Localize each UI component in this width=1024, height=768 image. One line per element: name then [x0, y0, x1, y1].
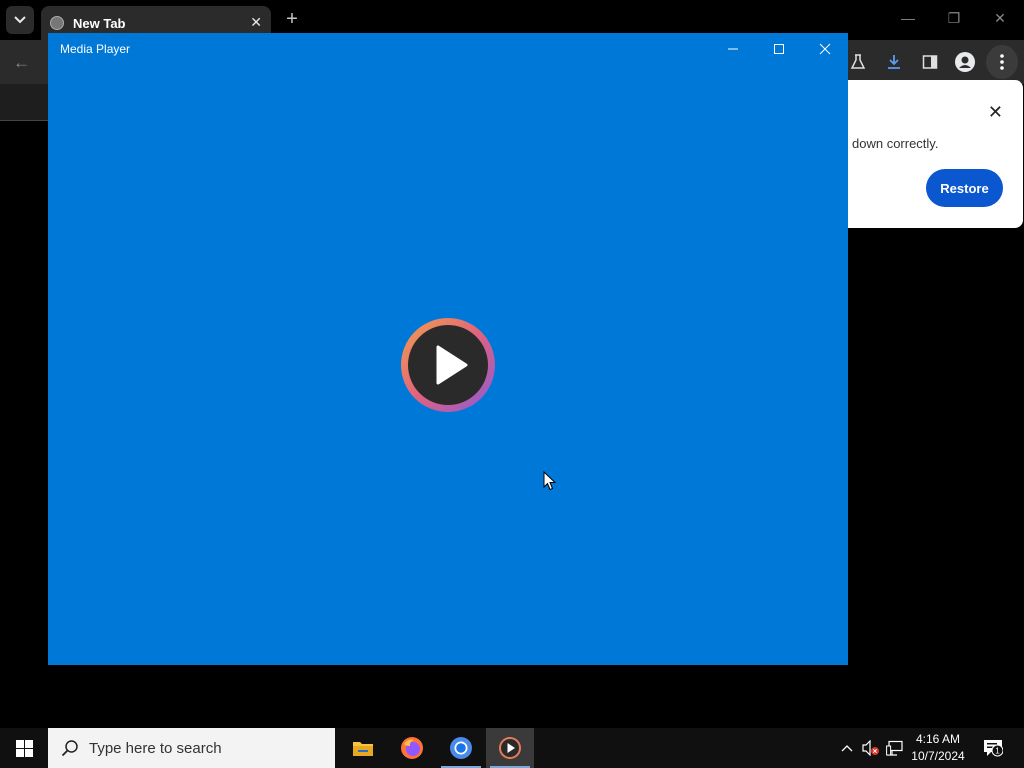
tab-close-icon[interactable]: ✕ [250, 14, 262, 31]
browser-minimize-button[interactable]: — [898, 10, 918, 26]
show-hidden-icons-button[interactable] [838, 728, 856, 768]
labs-flask-icon[interactable] [848, 52, 868, 72]
globe-icon [50, 16, 64, 30]
browser-close-button[interactable]: ✕ [990, 10, 1010, 27]
start-button[interactable] [0, 728, 48, 768]
taskbar-media-player[interactable] [486, 728, 534, 768]
media-player-window: Media Player [48, 33, 848, 665]
taskbar-search-box[interactable]: Type here to search [48, 728, 335, 768]
new-tab-button[interactable]: + [283, 8, 301, 31]
minimize-icon [728, 48, 738, 50]
network-button[interactable] [884, 728, 906, 768]
popup-message: down correctly. [852, 136, 939, 151]
clock-time: 4:16 AM [915, 732, 961, 746]
tab-title: New Tab [73, 15, 126, 31]
clock-date: 10/7/2024 [911, 749, 965, 763]
taskbar-file-explorer[interactable] [339, 728, 387, 768]
chevron-up-icon [841, 745, 853, 752]
restore-button[interactable]: Restore [926, 169, 1003, 207]
profile-avatar-icon[interactable] [955, 52, 975, 72]
tab-search-button[interactable] [6, 6, 34, 34]
search-placeholder: Type here to search [89, 739, 222, 757]
speaker-muted-icon [862, 740, 879, 756]
browser-content-edge [0, 84, 48, 121]
notification-center-button[interactable]: 1 [981, 728, 1005, 768]
firefox-icon [401, 737, 423, 759]
close-button[interactable] [810, 39, 840, 59]
network-icon [886, 740, 903, 756]
close-icon [819, 43, 831, 55]
play-icon[interactable] [400, 317, 496, 413]
kebab-menu-icon [1000, 54, 1004, 70]
media-player-title: Media Player [60, 42, 131, 56]
browser-menu-button[interactable] [986, 45, 1018, 79]
browser-restore-button[interactable]: ❐ [944, 10, 964, 27]
maximize-button[interactable] [764, 39, 794, 59]
download-icon[interactable] [884, 52, 904, 72]
volume-button[interactable] [860, 728, 882, 768]
taskbar-firefox[interactable] [388, 728, 436, 768]
taskbar: Type here to search 4:16 AM 10/7/2024 1 [0, 728, 1024, 768]
side-panel-icon[interactable] [920, 52, 940, 72]
notification-count: 1 [995, 747, 1000, 756]
windows-logo-icon [15, 739, 33, 757]
back-button[interactable]: ← [13, 53, 30, 73]
chevron-down-icon [14, 16, 26, 24]
search-icon [61, 740, 78, 757]
notification-icon: 1 [984, 740, 1003, 757]
folder-icon [353, 742, 373, 756]
restore-session-popup: ✕ down correctly. Restore [848, 80, 1023, 228]
taskbar-chrome[interactable] [437, 728, 485, 768]
media-player-icon [499, 737, 521, 759]
maximize-icon [774, 44, 784, 54]
popup-close-icon[interactable]: ✕ [988, 102, 1003, 123]
taskbar-clock[interactable]: 4:16 AM 10/7/2024 [906, 731, 970, 765]
mouse-cursor-icon [543, 471, 557, 491]
chrome-icon [450, 737, 472, 759]
minimize-button[interactable] [718, 39, 748, 59]
